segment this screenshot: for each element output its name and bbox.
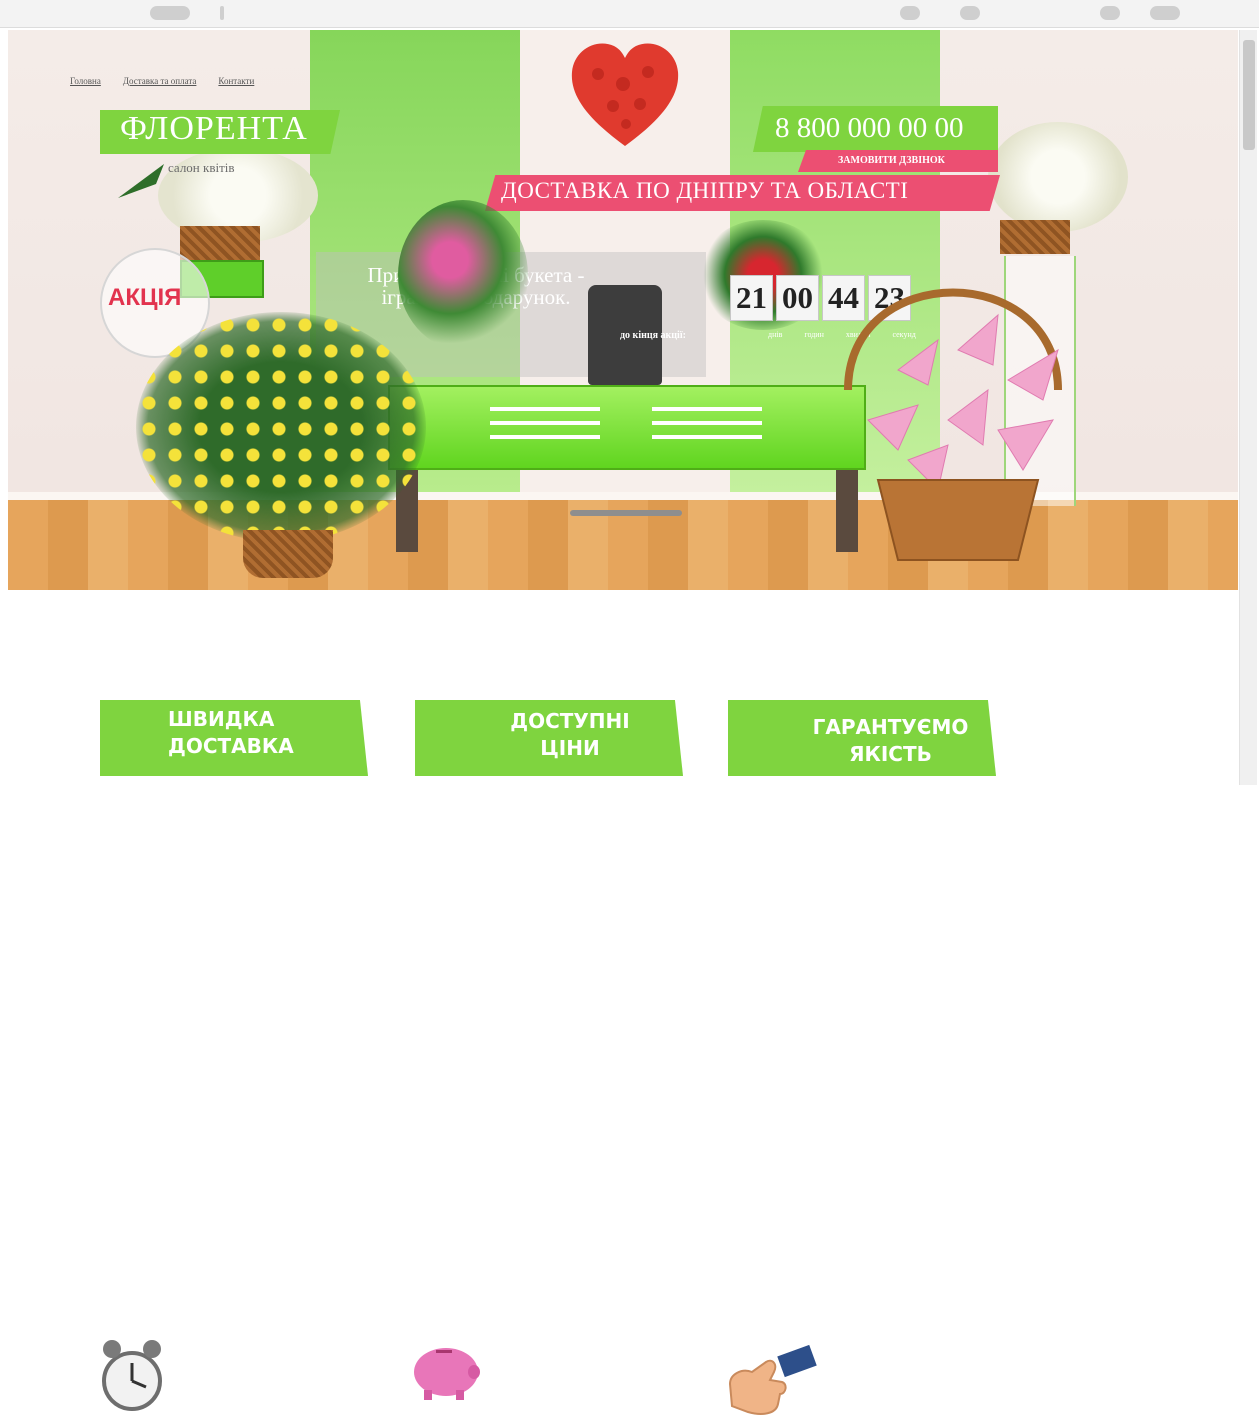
thumbs-up-icon bbox=[728, 1344, 817, 1415]
timer-caption: до кінця акції: bbox=[620, 330, 686, 341]
desk-slot bbox=[652, 435, 762, 439]
alarm-clock-icon bbox=[102, 1340, 162, 1411]
nav-item-contacts[interactable]: Контакти bbox=[218, 76, 254, 86]
rose-heart-image bbox=[571, 43, 679, 146]
promo-badge-label[interactable]: АКЦІЯ bbox=[108, 284, 181, 312]
toolbar-button[interactable] bbox=[900, 6, 920, 20]
timer-unit-days: днів bbox=[768, 330, 783, 339]
palm-leaf-image bbox=[118, 164, 164, 198]
desk-slot bbox=[490, 407, 600, 411]
scrollbar-thumb[interactable] bbox=[1243, 40, 1255, 150]
toolbar-button[interactable] bbox=[960, 6, 980, 20]
orchid-plant-image bbox=[398, 200, 528, 350]
feature-quality-guarantee: ГАРАНТУЄМО ЯКІСТЬ bbox=[728, 700, 996, 776]
features-section: ШВИДКА ДОСТАВКА ДОСТУПНІ ЦІНИ ГАРАНТУЄМО… bbox=[0, 660, 1259, 1415]
chair-base bbox=[570, 510, 682, 516]
feature-label-line1: ДОСТУПНІ bbox=[510, 709, 630, 733]
main-nav: Головна Доставка та оплата Контакти bbox=[70, 76, 254, 86]
toolbar-button[interactable] bbox=[1100, 6, 1120, 20]
feature-label: ГАРАНТУЄМО ЯКІСТЬ bbox=[798, 714, 983, 768]
white-roses-bouquet-right bbox=[988, 122, 1128, 232]
yellow-roses-basket bbox=[243, 530, 333, 578]
callback-button[interactable]: ЗАМОВИТИ ДЗВІНОК bbox=[838, 155, 945, 166]
delivery-banner-text: ДОСТАВКА ПО ДНІПРУ ТА ОБЛАСТІ bbox=[501, 178, 909, 203]
feature-label: ДОСТУПНІ ЦІНИ bbox=[485, 708, 655, 762]
desk-slot bbox=[490, 435, 600, 439]
green-desk-image bbox=[388, 385, 866, 470]
lily-basket-image bbox=[844, 288, 1062, 561]
feature-affordable-prices: ДОСТУПНІ ЦІНИ bbox=[415, 700, 683, 776]
feature-label: ШВИДКА ДОСТАВКА bbox=[168, 706, 294, 760]
piggy-bank-icon bbox=[414, 1348, 480, 1400]
desk-slot bbox=[490, 421, 600, 425]
site-logo[interactable]: ФЛОРЕНТА bbox=[120, 110, 308, 148]
feature-label-line1: ГАРАНТУЄМО bbox=[812, 715, 969, 739]
feature-label-line2: ДОСТАВКА bbox=[168, 734, 294, 758]
feature-fast-delivery: ШВИДКА ДОСТАВКА bbox=[100, 700, 368, 776]
feature-label-line2: ЦІНИ bbox=[540, 736, 600, 760]
toolbar-button[interactable] bbox=[1150, 6, 1180, 20]
feature-label-line1: ШВИДКА bbox=[168, 707, 275, 731]
logo-tagline: салон квітів bbox=[168, 160, 235, 175]
toolbar-separator bbox=[220, 6, 224, 20]
phone-number[interactable]: 8 800 000 00 00 bbox=[775, 112, 964, 145]
feature-label-line2: ЯКІСТЬ bbox=[849, 742, 932, 766]
browser-toolbar bbox=[0, 0, 1259, 28]
nav-item-delivery[interactable]: Доставка та оплата bbox=[123, 76, 197, 86]
wicker-basket-left bbox=[180, 226, 260, 262]
desk-slot bbox=[652, 421, 762, 425]
timer-days: 21 bbox=[730, 275, 773, 321]
nav-item-home[interactable]: Головна bbox=[70, 76, 101, 86]
back-control[interactable] bbox=[150, 6, 190, 20]
hero-banner: Головна Доставка та оплата Контакти ФЛОР… bbox=[8, 30, 1238, 590]
yellow-roses-bouquet-image bbox=[136, 312, 426, 542]
desk-slot bbox=[652, 407, 762, 411]
